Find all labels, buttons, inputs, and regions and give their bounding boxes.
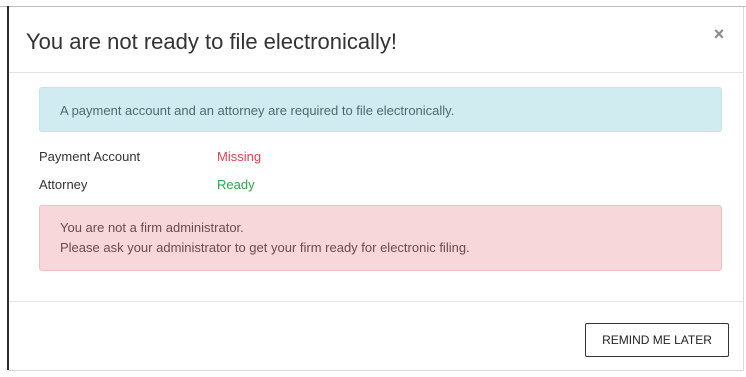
info-alert: A payment account and an attorney are re… — [39, 87, 722, 132]
payment-account-label: Payment Account — [39, 149, 141, 164]
danger-alert-line-2: Please ask your administrator to get you… — [60, 240, 470, 255]
danger-alert-line-1: You are not a firm administrator. — [60, 220, 244, 235]
close-icon[interactable]: × — [709, 23, 729, 45]
screen: You are not ready to file electronically… — [0, 0, 746, 377]
modal-header: You are not ready to file electronically… — [9, 7, 743, 73]
remind-me-later-button[interactable]: REMIND ME LATER — [585, 323, 729, 357]
not-ready-modal: You are not ready to file electronically… — [9, 7, 744, 371]
danger-alert: You are not a firm administrator. Please… — [39, 205, 722, 271]
attorney-label: Attorney — [39, 177, 88, 192]
attorney-value: Ready — [217, 177, 255, 192]
payment-account-value: Missing — [217, 149, 262, 164]
modal-title: You are not ready to file electronically… — [26, 29, 397, 54]
modal-footer: REMIND ME LATER — [9, 301, 743, 371]
